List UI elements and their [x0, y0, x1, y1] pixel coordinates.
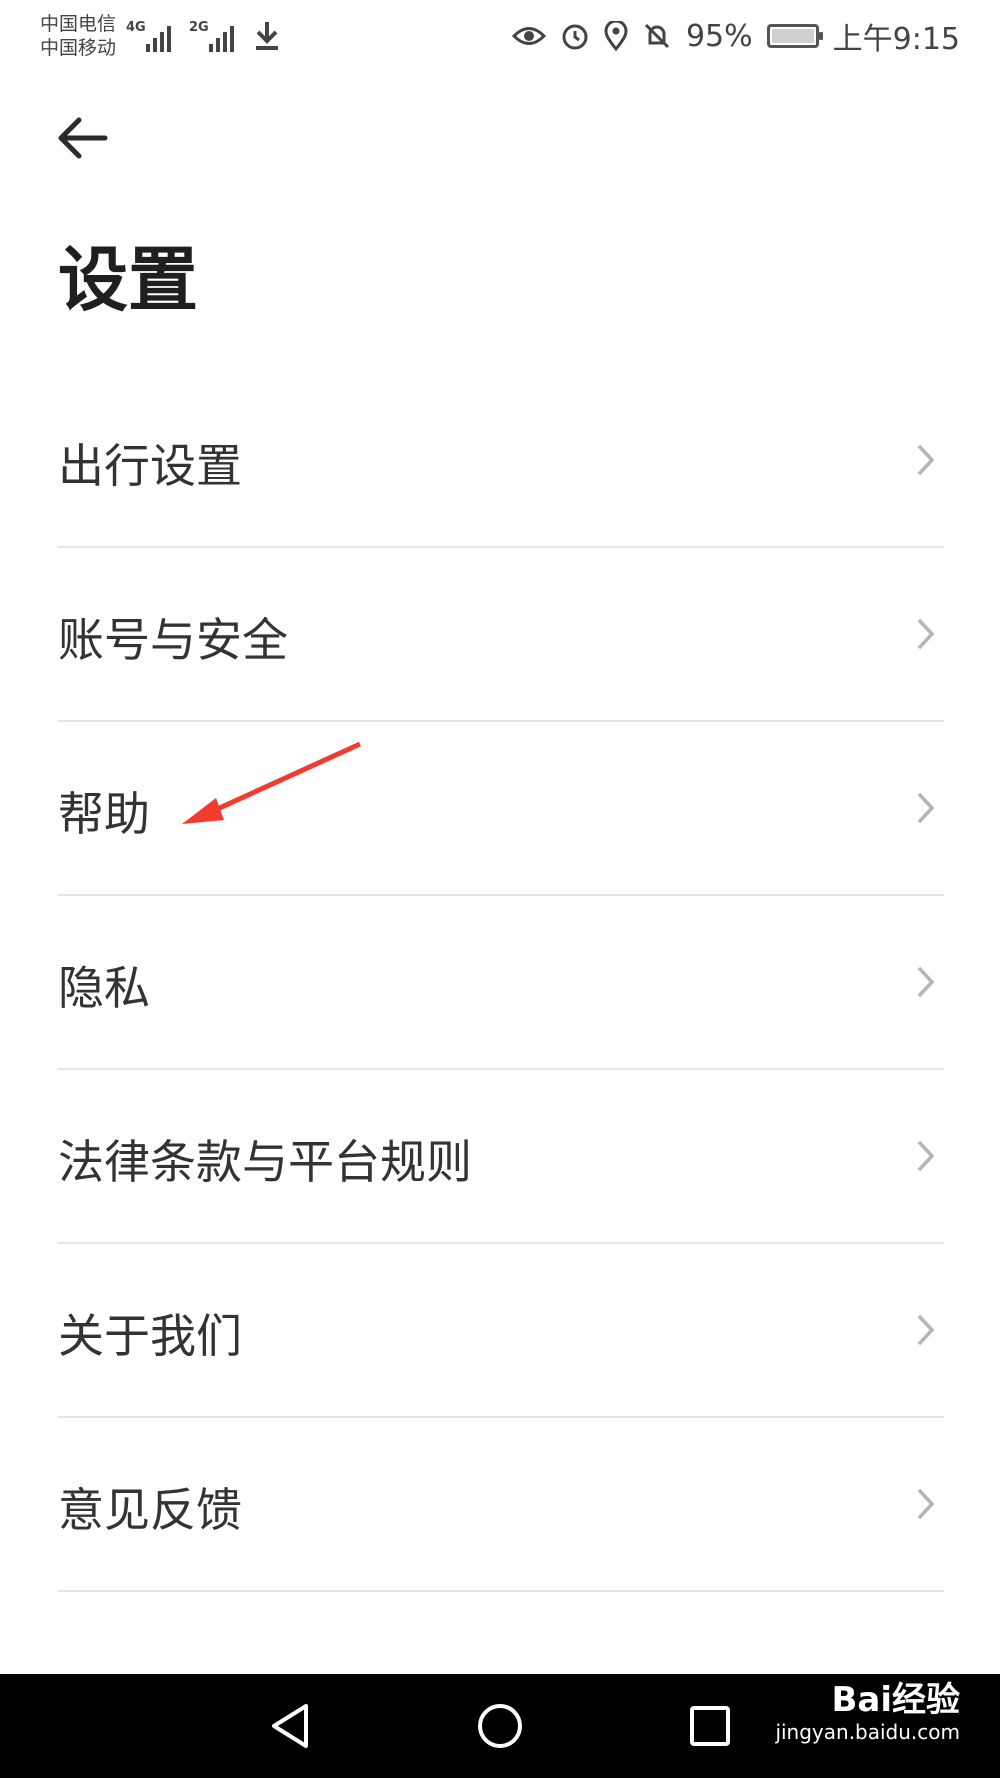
- square-recent-icon: [690, 1706, 730, 1746]
- menu-item-label: 法律条款与平台规则: [58, 1135, 472, 1189]
- triangle-back-icon: [272, 1704, 308, 1748]
- menu-item-privacy[interactable]: 隐私: [58, 896, 944, 1070]
- menu-item-label: 账号与安全: [58, 613, 288, 667]
- menu-item-legal-rules[interactable]: 法律条款与平台规则: [58, 1070, 944, 1244]
- menu-item-label: 帮助: [58, 787, 150, 841]
- baidu-watermark: Bai经验 jingyan.baidu.com: [775, 1680, 960, 1744]
- status-bar: 中国电信 中国移动 4G 2G 95% 上午9:15: [0, 0, 1000, 72]
- watermark-brand: Bai经验: [831, 1680, 960, 1720]
- chevron-right-icon: [917, 1488, 935, 1520]
- menu-item-label: 出行设置: [58, 439, 242, 493]
- mute-bell-icon: [644, 23, 669, 49]
- chevron-right-icon: [917, 792, 935, 824]
- chevron-right-icon: [917, 444, 935, 476]
- arrow-left-icon: [58, 117, 108, 159]
- menu-item-label: 意见反馈: [58, 1483, 242, 1537]
- status-right: 95% 上午9:15: [511, 14, 960, 58]
- watermark-url: jingyan.baidu.com: [775, 1720, 960, 1744]
- signal-2g-icon: 2G: [189, 20, 235, 52]
- alarm-icon: [562, 24, 588, 50]
- download-icon: [256, 22, 279, 50]
- nav-back-button[interactable]: [260, 1696, 320, 1756]
- network-2-label: 2G: [189, 20, 209, 35]
- carrier-1: 中国电信: [40, 13, 117, 35]
- battery-percent: 95%: [685, 18, 753, 54]
- menu-item-label: 隐私: [58, 961, 150, 1015]
- carrier-names: 中国电信 中国移动: [40, 12, 116, 60]
- menu-item-label: 关于我们: [58, 1309, 242, 1363]
- page-title: 设置: [58, 239, 198, 321]
- signal-group: 4G 2G: [126, 20, 282, 52]
- network-1-label: 4G: [126, 20, 146, 35]
- circle-home-icon: [478, 1704, 522, 1748]
- battery-icon: [766, 24, 823, 48]
- carrier-2: 中国移动: [40, 37, 117, 59]
- menu-item-account-security[interactable]: 账号与安全: [58, 548, 944, 722]
- back-button[interactable]: [52, 108, 112, 168]
- nav-recent-button[interactable]: [680, 1696, 740, 1756]
- menu-item-help[interactable]: 帮助: [58, 722, 944, 896]
- chevron-right-icon: [917, 1314, 935, 1346]
- chevron-right-icon: [917, 966, 935, 998]
- menu-item-travel-settings[interactable]: 出行设置: [58, 374, 944, 548]
- eye-icon: [511, 27, 546, 45]
- settings-menu: 出行设置 账号与安全 帮助 隐私 法律条款与平台规则 关于我们 意见反馈 退出: [58, 374, 944, 1712]
- signal-4g-icon: 4G: [126, 20, 172, 52]
- chevron-right-icon: [917, 1140, 935, 1172]
- nav-home-button[interactable]: [470, 1696, 530, 1756]
- status-left: 中国电信 中国移动 4G 2G: [40, 12, 282, 60]
- menu-item-feedback[interactable]: 意见反馈: [58, 1418, 944, 1592]
- chevron-right-icon: [917, 618, 935, 650]
- menu-item-about-us[interactable]: 关于我们: [58, 1244, 944, 1418]
- status-time: 上午9:15: [832, 22, 960, 57]
- location-icon: [604, 21, 628, 51]
